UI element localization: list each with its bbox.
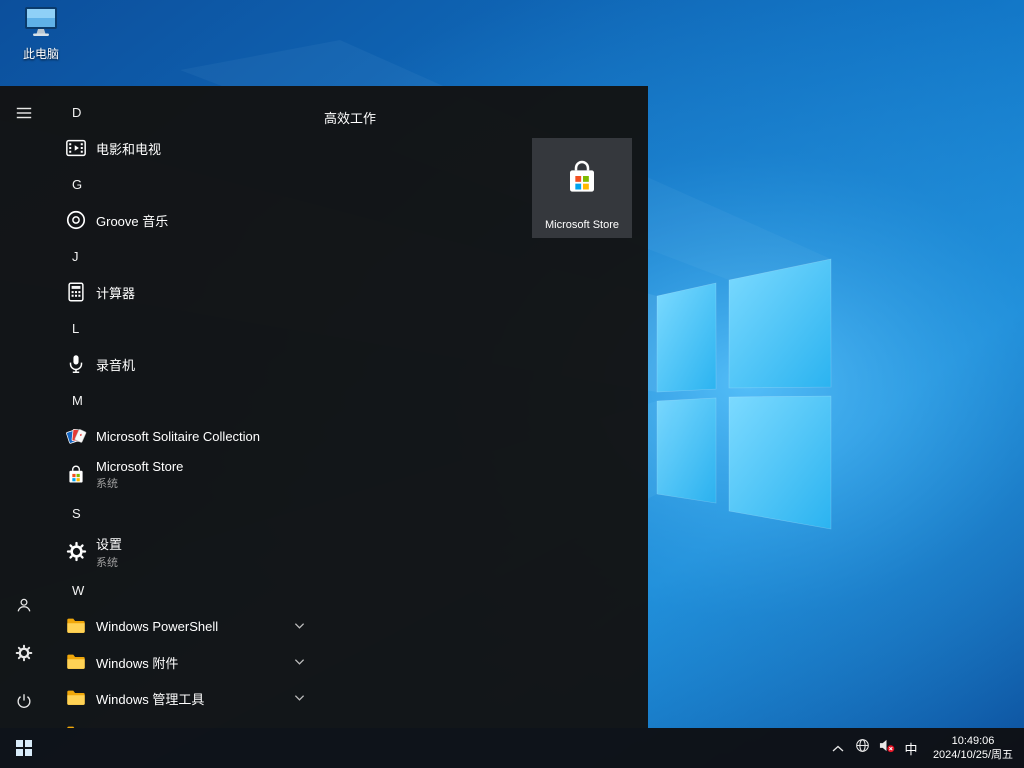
app-list-item[interactable]: Groove 音乐 (48, 202, 350, 238)
app-sublabel: 系统 (96, 475, 183, 491)
network-button[interactable] (850, 728, 874, 768)
chevron-up-icon (832, 739, 844, 757)
app-label: 计算器 (96, 283, 135, 302)
clock-time: 10:49:06 (952, 734, 995, 748)
tile-group-title[interactable]: 高效工作 (324, 108, 376, 127)
desktop-icon-this-pc[interactable]: 此电脑 (8, 6, 74, 62)
app-label: 录音机 (96, 355, 135, 374)
folder-icon (64, 686, 88, 710)
app-list-item[interactable]: 电影和电视 (48, 130, 350, 166)
app-label: 电影和电视 (96, 139, 161, 158)
app-label: Microsoft Solitaire Collection (96, 429, 260, 444)
app-list-item[interactable]: Microsoft Store系统 (48, 454, 350, 495)
start-app-list: D 电影和电视 G Groove 音乐 J 计算器 L 录音机 M Microsoft Solit… (48, 94, 350, 728)
settings-button[interactable] (0, 631, 48, 679)
app-sublabel: 系统 (96, 554, 122, 570)
app-label: Groove 音乐 (96, 211, 168, 230)
folder-icon (64, 650, 88, 674)
section-letter: S (72, 506, 81, 521)
app-label: Microsoft Store (96, 459, 183, 474)
app-list-folder[interactable]: Windows PowerShell (48, 608, 350, 644)
volume-muted-icon (878, 738, 895, 758)
network-globe-icon (855, 738, 870, 758)
app-list-folder[interactable]: Windows 轻松使用 (48, 716, 350, 728)
start-rail (0, 86, 48, 728)
solitaire-icon (64, 424, 88, 448)
app-list-section-header[interactable]: D (48, 94, 350, 130)
calculator-icon (64, 280, 88, 304)
section-letter: W (72, 583, 84, 598)
start-tile-microsoft-store[interactable]: Microsoft Store (532, 138, 632, 238)
settings-gear-icon (64, 540, 88, 564)
ime-indicator[interactable]: 中 (898, 728, 924, 768)
chevron-down-icon[interactable] (294, 622, 305, 630)
section-letter: L (72, 321, 79, 336)
section-letter: D (72, 105, 81, 120)
hamburger-icon (15, 104, 33, 127)
app-list-section-header[interactable]: S (48, 495, 350, 531)
app-label: Windows 管理工具 (96, 689, 204, 708)
power-icon (15, 692, 33, 715)
section-letter: G (72, 177, 82, 192)
taskbar-clock[interactable]: 10:49:06 2024/10/25/周五 (924, 728, 1024, 768)
app-list-item[interactable]: 计算器 (48, 274, 350, 310)
app-list-section-header[interactable]: G (48, 166, 350, 202)
app-label: 设置 (96, 534, 122, 553)
store-bag-icon (562, 158, 602, 203)
desktop-icon-label: 此电脑 (8, 45, 74, 62)
app-list-folder[interactable]: Windows 管理工具 (48, 680, 350, 716)
chevron-down-icon[interactable] (294, 658, 305, 666)
gear-icon (15, 644, 33, 667)
volume-button[interactable] (874, 728, 898, 768)
app-label: Windows 附件 (96, 653, 178, 672)
start-button[interactable] (0, 728, 48, 768)
this-pc-icon (23, 6, 59, 43)
windows-logo-icon (16, 740, 32, 756)
taskbar: 中 10:49:06 2024/10/25/周五 (0, 728, 1024, 768)
user-icon (15, 596, 33, 619)
chevron-down-icon[interactable] (294, 694, 305, 702)
system-tray: 中 10:49:06 2024/10/25/周五 (826, 728, 1024, 768)
store-bag-icon (64, 463, 88, 487)
app-list-section-header[interactable]: J (48, 238, 350, 274)
app-label: Windows PowerShell (96, 619, 218, 634)
tile-label: Microsoft Store (532, 219, 632, 231)
folder-icon (64, 614, 88, 638)
movies-tv-icon (64, 136, 88, 160)
clock-date: 2024/10/25/周五 (933, 748, 1013, 762)
user-button[interactable] (0, 583, 48, 631)
start-menu-expand-button[interactable] (0, 91, 48, 139)
tile-area: Microsoft Store (324, 130, 640, 728)
app-list-section-header[interactable]: M (48, 382, 350, 418)
app-list-section-header[interactable]: W (48, 572, 350, 608)
voice-recorder-icon (64, 352, 88, 376)
app-list-folder[interactable]: Windows 附件 (48, 644, 350, 680)
section-letter: M (72, 393, 83, 408)
section-letter: J (72, 249, 79, 264)
app-list-item[interactable]: 设置系统 (48, 531, 350, 572)
app-list-item[interactable]: 录音机 (48, 346, 350, 382)
groove-music-icon (64, 208, 88, 232)
app-list-section-header[interactable]: L (48, 310, 350, 346)
app-list-item[interactable]: Microsoft Solitaire Collection (48, 418, 350, 454)
desktop: 此电脑 D 电影和电视 G Groove 音乐 J 计算器 L 录音机 M Microsoft S… (0, 0, 1024, 768)
tray-expand-button[interactable] (826, 728, 850, 768)
start-menu: D 电影和电视 G Groove 音乐 J 计算器 L 录音机 M Microsoft Solit… (0, 86, 648, 728)
power-button[interactable] (0, 679, 48, 727)
